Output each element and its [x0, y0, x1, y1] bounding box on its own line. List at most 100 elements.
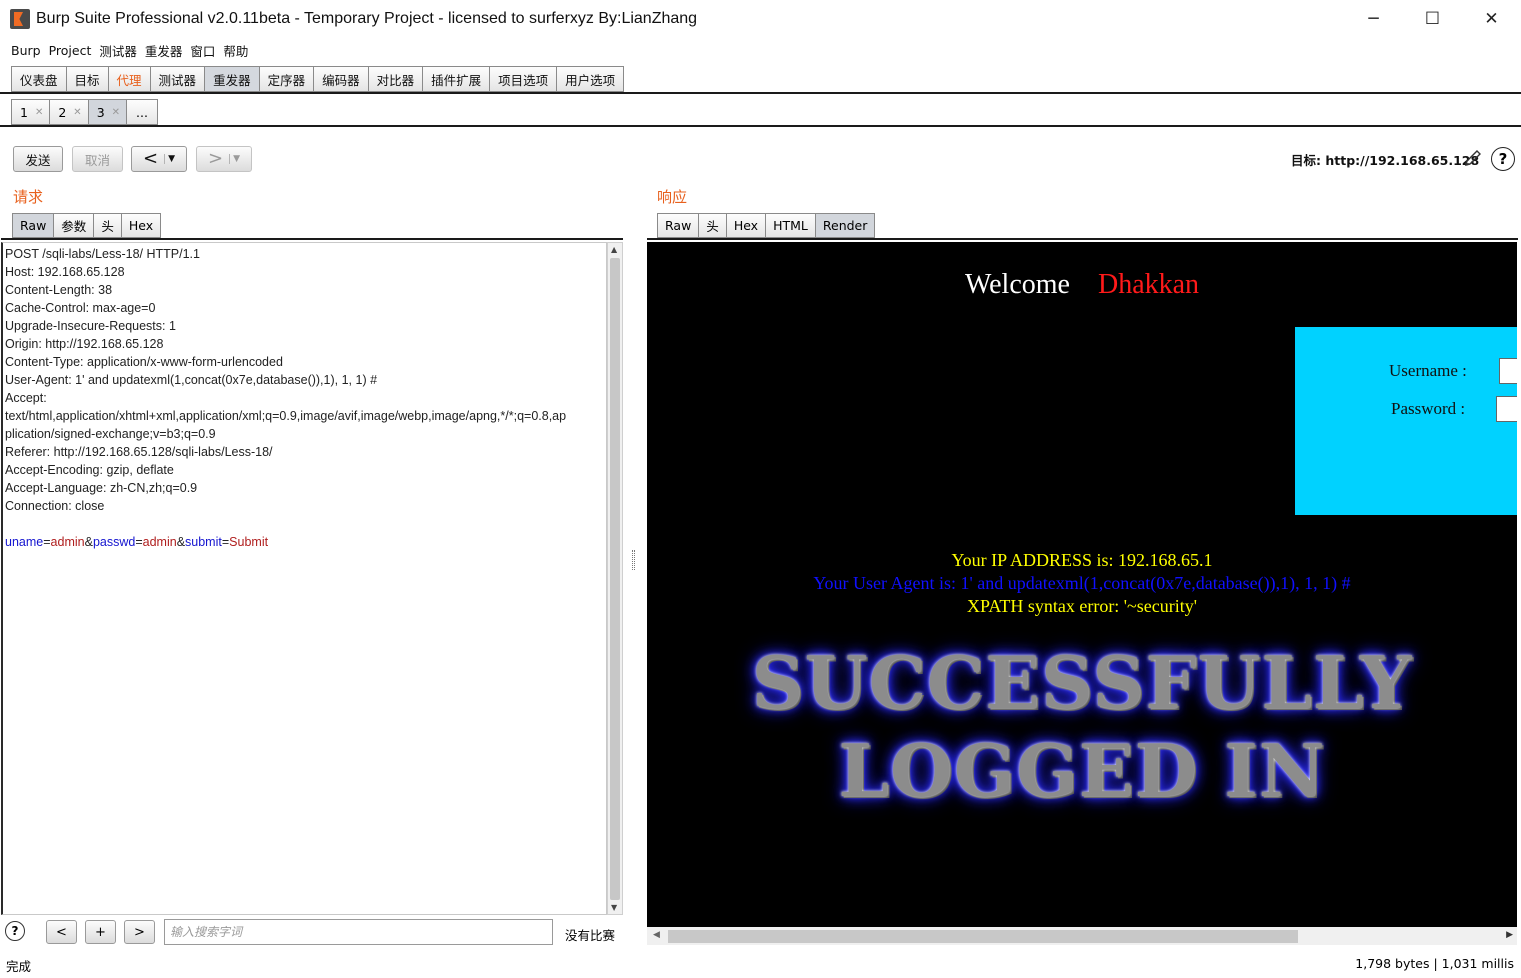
tab-decoder[interactable]: 编码器 [313, 66, 368, 92]
ip-address-line: Your IP ADDRESS is: 192.168.65.1 [951, 550, 1213, 570]
request-line: Accept: [5, 391, 47, 405]
request-line: Content-Length: 38 [5, 283, 113, 297]
scroll-right-icon[interactable]: ▶ [1506, 930, 1513, 940]
scroll-left-icon[interactable]: ◀ [653, 930, 660, 940]
dropdown-icon[interactable]: ▼ [164, 154, 175, 164]
tab-repeater[interactable]: 重发器 [204, 66, 259, 92]
response-stats: 1,798 bytes | 1,031 millis [1355, 956, 1514, 971]
request-line: Accept-Encoding: gzip, deflate [5, 463, 174, 477]
menu-repeater[interactable]: 重发器 [145, 41, 183, 60]
search-input[interactable] [164, 919, 553, 945]
password-field[interactable] [1496, 396, 1517, 422]
scroll-up-icon[interactable]: ▲ [611, 245, 617, 254]
close-tab-icon[interactable]: ✕ [112, 107, 120, 118]
menu-intruder[interactable]: 测试器 [99, 41, 137, 60]
chevron-right-icon: > [207, 148, 224, 169]
menu-project[interactable]: Project [49, 43, 92, 58]
tab-extender[interactable]: 插件扩展 [422, 66, 490, 92]
menu-burp[interactable]: Burp [11, 43, 41, 58]
help-icon[interactable]: ? [1491, 147, 1515, 171]
scroll-thumb[interactable] [668, 930, 1298, 943]
tab-proxy[interactable]: 代理 [107, 66, 150, 92]
request-editor[interactable]: POST /sqli-labs/Less-18/ HTTP/1.1 Host: … [1, 242, 607, 915]
response-tab-raw[interactable]: Raw [657, 213, 699, 238]
request-body: uname=admin&passwd=admin&submit=Submit [5, 535, 269, 549]
minimize-button[interactable]: ─ [1344, 0, 1403, 38]
success-banner-line2: LOGGED IN [838, 728, 1326, 813]
repeater-tab-3[interactable]: 3 ✕ [87, 99, 127, 125]
username-field[interactable] [1499, 358, 1517, 384]
response-tab-divider [647, 238, 1518, 240]
response-tab-render[interactable]: Render [814, 213, 876, 238]
tab-sequencer[interactable]: 定序器 [258, 66, 314, 92]
close-tab-icon[interactable]: ✕ [73, 107, 81, 118]
request-tab-params[interactable]: 参数 [53, 213, 94, 238]
success-banner-line1: SUCCESSFULLY [751, 640, 1413, 725]
response-tab-headers[interactable]: 头 [698, 213, 726, 238]
tab-project-options[interactable]: 项目选项 [489, 66, 557, 92]
request-tab-headers[interactable]: 头 [93, 213, 121, 238]
param-key: uname [5, 535, 44, 549]
maximize-button[interactable]: ☐ [1403, 0, 1462, 38]
title-bar: Burp Suite Professional v2.0.11beta - Te… [0, 0, 1521, 38]
response-tab-html[interactable]: HTML [765, 213, 815, 238]
search-help-icon[interactable]: ? [5, 921, 25, 941]
welcome-heading: Welcome Dhakkan [964, 269, 1200, 300]
username-label: Username : [1389, 361, 1467, 380]
render-horizontal-scrollbar[interactable]: ◀ ▶ [647, 927, 1517, 945]
scroll-down-icon[interactable]: ▼ [611, 903, 617, 912]
menu-bar: Burp Project 测试器 重发器 窗口 帮助 [0, 40, 256, 60]
response-tab-hex[interactable]: Hex [725, 213, 766, 238]
window-title: Burp Suite Professional v2.0.11beta - Te… [36, 10, 698, 27]
repeater-tab-2[interactable]: 2 ✕ [49, 99, 88, 125]
tab-intruder[interactable]: 测试器 [149, 66, 205, 92]
request-line: Cache-Control: max-age=0 [5, 301, 156, 315]
user-agent-line: Your User Agent is: 1' and updatexml(1,c… [813, 573, 1351, 593]
forward-button[interactable]: > ▼ [196, 146, 252, 172]
menu-window[interactable]: 窗口 [190, 41, 215, 60]
request-line: User-Agent: 1' and updatexml(1,concat(0x… [5, 373, 378, 387]
tab-comparer[interactable]: 对比器 [367, 66, 423, 92]
param-value: Submit [229, 535, 269, 549]
param-key: submit [185, 535, 222, 549]
pencil-icon[interactable] [1462, 147, 1484, 169]
cancel-button[interactable]: 取消 [72, 146, 123, 172]
target-label: 目标: http://192.168.65.128 [1291, 153, 1480, 168]
login-form: Username : Password : [1295, 327, 1517, 515]
request-tab-raw[interactable]: Raw [12, 213, 54, 238]
welcome-name: Dhakkan [1097, 269, 1200, 300]
param-value: admin [142, 535, 177, 549]
close-tab-icon[interactable]: ✕ [35, 107, 43, 118]
request-tab-divider [1, 238, 623, 240]
request-line: plication/signed-exchange;v=b3;q=0.9 [5, 427, 216, 441]
request-tab-bar: Raw 参数 头 Hex [12, 213, 162, 238]
tab-dashboard[interactable]: 仪表盘 [11, 66, 66, 92]
xpath-error-line: XPATH syntax error: '~security' [966, 596, 1198, 616]
main-tab-bar: 仪表盘 目标 代理 测试器 重发器 定序器 编码器 对比器 插件扩展 项目选项 … [11, 66, 625, 92]
close-button[interactable]: ✕ [1462, 0, 1521, 38]
menu-help[interactable]: 帮助 [223, 41, 248, 60]
chevron-left-icon: < [142, 148, 159, 169]
repeater-tab-1[interactable]: 1 ✕ [11, 99, 50, 125]
password-label: Password : [1391, 399, 1466, 418]
search-match-count: 没有比赛 [565, 928, 616, 943]
request-scrollbar[interactable]: ▲ ▼ [607, 242, 623, 915]
search-next-button[interactable]: > [124, 920, 155, 944]
tab-user-options[interactable]: 用户选项 [556, 66, 625, 92]
tab-target[interactable]: 目标 [65, 66, 108, 92]
burp-logo-icon [10, 9, 30, 29]
dropdown-icon[interactable]: ▼ [229, 154, 240, 164]
back-button[interactable]: < ▼ [131, 146, 187, 172]
pane-split-handle[interactable] [632, 550, 635, 570]
scroll-thumb[interactable] [610, 258, 620, 900]
param-key: passwd [92, 535, 136, 549]
response-render-view: Welcome Dhakkan Username : Password : You… [647, 242, 1517, 927]
request-tab-hex[interactable]: Hex [120, 213, 162, 238]
search-prev-button[interactable]: < [46, 920, 77, 944]
new-tab-button[interactable]: ... [126, 99, 158, 125]
repeater-tab-bar: 1 ✕ 2 ✕ 3 ✕ ... [11, 99, 158, 125]
request-line: Referer: http://192.168.65.128/sqli-labs… [5, 445, 273, 459]
send-button[interactable]: 发送 [13, 146, 63, 172]
response-title: 响应 [657, 188, 688, 206]
search-add-button[interactable]: + [85, 920, 116, 944]
